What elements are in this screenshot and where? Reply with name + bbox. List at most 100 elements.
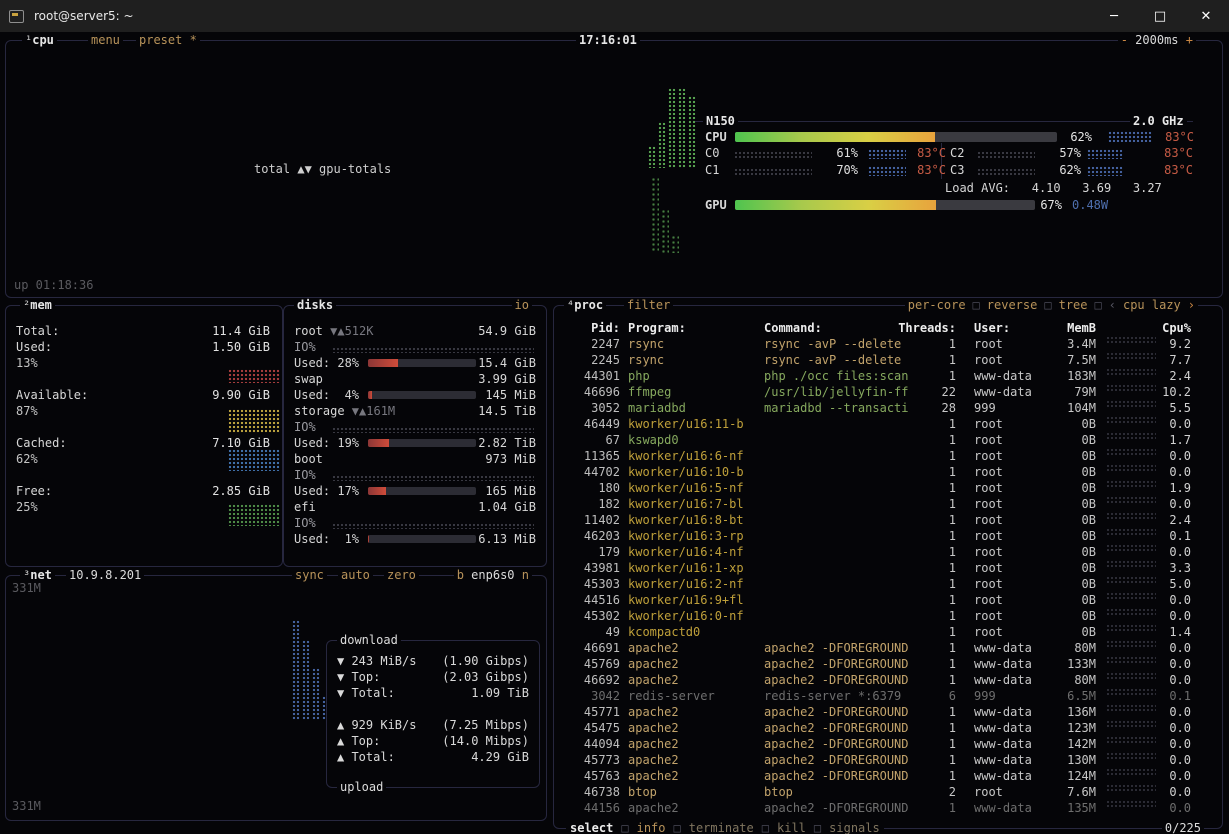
process-memory: 0B (1036, 544, 1096, 560)
process-row[interactable]: 49kcompactd01root0B1.4 (554, 624, 1222, 640)
process-pid: 44094 (562, 736, 620, 752)
process-row[interactable]: 46449kworker/u16:11-b1root0B0.0 (554, 416, 1222, 432)
disk-name-line: boot973 MiB (284, 451, 546, 467)
process-memory: 0B (1036, 416, 1096, 432)
mem-box-title[interactable]: ²mem (20, 298, 55, 313)
process-row[interactable]: 44301phpphp ./occ files:scan1www-data183… (554, 368, 1222, 384)
process-row[interactable]: 11402kworker/u16:8-bt1root0B2.4 (554, 512, 1222, 528)
process-threads: 1 (884, 544, 956, 560)
sync-button[interactable]: sync (292, 568, 327, 583)
interval-increase-button[interactable]: + (1186, 33, 1193, 47)
download-total-row: ▼ Total:1.09 TiB (337, 685, 529, 701)
process-name: apache2 (628, 768, 679, 784)
process-row[interactable]: 179kworker/u16:4-nf1root0B0.0 (554, 544, 1222, 560)
mem-cached-graph (228, 449, 280, 471)
process-user: root (974, 560, 1003, 576)
process-cpu-percent: 1.4 (1156, 624, 1191, 640)
download-top-row: ▼ Top:(2.03 Gibps) (337, 669, 529, 685)
process-row[interactable]: 43981kworker/u16:1-xp1root0B3.3 (554, 560, 1222, 576)
process-row[interactable]: 45769apache2apache2 -DFOREGROUND1www-dat… (554, 656, 1222, 672)
process-threads: 1 (884, 720, 956, 736)
process-row[interactable]: 45303kworker/u16:2-nf1root0B5.0 (554, 576, 1222, 592)
kill-button[interactable]: kill (777, 821, 806, 834)
process-pid: 45302 (562, 608, 620, 624)
mem-stat-value: 1.50 GiB (212, 339, 270, 355)
process-row[interactable]: 45771apache2apache2 -DFOREGROUND1www-dat… (554, 704, 1222, 720)
process-row[interactable]: 44702kworker/u16:10-b1root0B0.0 (554, 464, 1222, 480)
process-row[interactable]: 46738btopbtop2root7.6M0.0 (554, 784, 1222, 800)
process-memory: 7.5M (1036, 352, 1096, 368)
process-cpu-graph (1106, 560, 1156, 568)
process-row[interactable]: 44094apache2apache2 -DFOREGROUND1www-dat… (554, 736, 1222, 752)
signals-button[interactable]: signals (829, 821, 880, 834)
process-pid: 3042 (562, 688, 620, 704)
process-cpu-percent: 0.0 (1156, 656, 1191, 672)
disk-io-line: IO% (284, 339, 546, 355)
zero-button[interactable]: zero (384, 568, 419, 583)
mem-free-row: Free:2.85 GiB (6, 483, 282, 499)
process-name: apache2 (628, 672, 679, 688)
process-memory: 0B (1036, 592, 1096, 608)
cpu-temp-graph (1108, 131, 1152, 142)
disk-used-percent: Used: 1% (294, 532, 359, 546)
process-name: kworker/u16:6-nf (628, 448, 744, 464)
disk-name: swap (294, 372, 323, 386)
process-pid: 46203 (562, 528, 620, 544)
process-memory: 0B (1036, 528, 1096, 544)
minimize-button[interactable]: ─ (1091, 0, 1137, 32)
process-name: apache2 (628, 656, 679, 672)
process-user: root (974, 784, 1003, 800)
process-threads: 1 (884, 336, 956, 352)
process-row[interactable]: 45302kworker/u16:0-nf1root0B0.0 (554, 608, 1222, 624)
process-cpu-graph (1106, 416, 1156, 424)
process-row[interactable]: 46692apache2apache2 -DFOREGROUND1www-dat… (554, 672, 1222, 688)
core-temp: 83°C (1159, 145, 1193, 161)
menu-button[interactable]: menu (88, 33, 123, 48)
cpu-model: N150 (703, 114, 738, 129)
process-row[interactable]: 46696ffmpeg/usr/lib/jellyfin-ff22www-dat… (554, 384, 1222, 400)
load-avg-label: Load AVG: (945, 181, 1010, 195)
process-name: php (628, 368, 650, 384)
select-button[interactable]: select (570, 821, 613, 834)
interface-next-button[interactable]: n (522, 568, 529, 582)
process-row[interactable]: 2245rsyncrsync -avP --delete1root7.5M7.7 (554, 352, 1222, 368)
preset-button[interactable]: preset * (136, 33, 200, 48)
process-row[interactable]: 44516kworker/u16:9+fl1root0B0.0 (554, 592, 1222, 608)
upload-total: 4.29 GiB (471, 749, 529, 765)
core-percent: 70% (816, 162, 858, 178)
terminate-button[interactable]: terminate (689, 821, 754, 834)
process-row[interactable]: 3042redis-serverredis-server *:637969996… (554, 688, 1222, 704)
process-row[interactable]: 44156apache2apache2 -DFOREGROUND1www-dat… (554, 800, 1222, 816)
process-row[interactable]: 67kswapd01root0B1.7 (554, 432, 1222, 448)
process-memory: 6.5M (1036, 688, 1096, 704)
process-row[interactable]: 45763apache2apache2 -DFOREGROUND1www-dat… (554, 768, 1222, 784)
process-cpu-graph (1106, 576, 1156, 584)
process-row[interactable]: 182kworker/u16:7-bl1root0B0.0 (554, 496, 1222, 512)
window-title: root@server5: ~ (34, 9, 134, 23)
process-row[interactable]: 46691apache2apache2 -DFOREGROUND1www-dat… (554, 640, 1222, 656)
process-pid: 43981 (562, 560, 620, 576)
process-row[interactable]: 2247rsyncrsync -avP --delete1root3.4M9.2 (554, 336, 1222, 352)
interval-decrease-button[interactable]: - (1121, 33, 1128, 47)
cpu-graph-selector[interactable]: total ▲▼ gpu-totals (254, 161, 391, 177)
process-row[interactable]: 46203kworker/u16:3-rp1root0B0.1 (554, 528, 1222, 544)
process-row[interactable]: 45773apache2apache2 -DFOREGROUND1www-dat… (554, 752, 1222, 768)
info-button[interactable]: info (637, 821, 666, 834)
process-row[interactable]: 3052mariadbdmariadbd --transacti28999104… (554, 400, 1222, 416)
process-user: root (974, 432, 1003, 448)
cpu-box-title[interactable]: ¹cpu (22, 33, 57, 48)
gpu-meter-fill (735, 200, 936, 210)
auto-button[interactable]: auto (338, 568, 373, 583)
graph-column (658, 122, 666, 168)
graph-column (312, 668, 320, 720)
interface-prev-button[interactable]: b (457, 568, 464, 582)
process-row[interactable]: 11365kworker/u16:6-nf1root0B0.0 (554, 448, 1222, 464)
process-command: btop (764, 784, 793, 800)
upload-label: upload (337, 780, 386, 795)
close-button[interactable]: ✕ (1183, 0, 1229, 32)
process-row[interactable]: 45475apache2apache2 -DFOREGROUND1www-dat… (554, 720, 1222, 736)
process-row[interactable]: 180kworker/u16:5-nf1root0B1.9 (554, 480, 1222, 496)
graph-column (678, 88, 686, 168)
maximize-button[interactable]: □ (1137, 0, 1183, 32)
process-cpu-percent: 1.7 (1156, 432, 1191, 448)
